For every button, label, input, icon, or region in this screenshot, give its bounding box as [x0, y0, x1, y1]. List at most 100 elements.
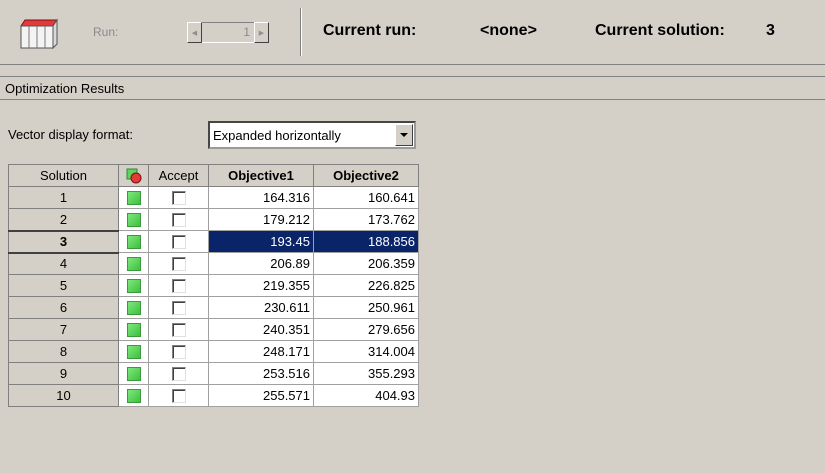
col-header-objective1[interactable]: Objective1 [208, 164, 314, 187]
accept-checkbox[interactable] [171, 301, 186, 316]
accept-cell[interactable] [148, 252, 209, 275]
objective1-cell[interactable]: 164.316 [208, 186, 314, 209]
objective2-cell[interactable]: 173.762 [313, 208, 419, 231]
objective1-cell[interactable]: 179.212 [208, 208, 314, 231]
toolbar: Run: ◀ 1 ▶ Current run: <none> Current s… [0, 0, 825, 65]
run-number-field[interactable]: 1 [202, 22, 254, 43]
accept-checkbox[interactable] [171, 367, 186, 382]
solution-cell[interactable]: 4 [8, 252, 119, 275]
table-row[interactable]: 9 253.516 355.293 [8, 362, 419, 385]
accept-cell[interactable] [148, 208, 209, 231]
status-green-square-icon [126, 213, 141, 228]
objective2-cell[interactable]: 404.93 [313, 384, 419, 407]
run-cube-icon[interactable] [19, 18, 61, 50]
accept-checkbox[interactable] [171, 191, 186, 206]
vector-format-label: Vector display format: [8, 127, 133, 142]
table-row[interactable]: 3 193.45 188.856 [8, 229, 419, 254]
objective2-cell[interactable]: 250.961 [313, 296, 419, 319]
solution-cell[interactable]: 2 [8, 208, 119, 231]
table-body: 1 164.316 160.641 2 179.212 173.762 3 193.45 188… [8, 186, 419, 407]
current-run-value: <none> [480, 22, 537, 39]
table-row[interactable]: 10 255.571 404.93 [8, 384, 419, 407]
objective2-cell[interactable]: 355.293 [313, 362, 419, 385]
vector-format-select[interactable]: Expanded horizontally [208, 121, 416, 149]
vector-format-value: Expanded horizontally [213, 128, 341, 143]
status-marker-icon [126, 168, 141, 184]
run-label: Run: [93, 25, 119, 39]
section-title: Optimization Results [0, 76, 825, 100]
accept-checkbox[interactable] [171, 279, 186, 294]
table-row[interactable]: 7 240.351 279.656 [8, 318, 419, 341]
status-cell [118, 252, 149, 275]
status-cell [118, 318, 149, 341]
objective2-cell[interactable]: 206.359 [313, 252, 419, 275]
accept-checkbox[interactable] [171, 389, 186, 404]
current-run-label: Current run: [323, 22, 417, 39]
objective1-cell[interactable]: 248.171 [208, 340, 314, 363]
status-green-square-icon [126, 389, 141, 404]
objective2-cell[interactable]: 314.004 [313, 340, 419, 363]
status-green-square-icon [126, 279, 141, 294]
objective2-cell[interactable]: 188.856 [313, 230, 419, 253]
col-header-objective2[interactable]: Objective2 [313, 164, 419, 187]
accept-checkbox[interactable] [171, 345, 186, 360]
accept-checkbox[interactable] [171, 257, 186, 272]
run-prev-button[interactable]: ◀ [187, 22, 202, 43]
solution-cell[interactable]: 3 [8, 229, 119, 254]
status-cell [118, 296, 149, 319]
accept-cell[interactable] [148, 384, 209, 407]
table-row[interactable]: 6 230.611 250.961 [8, 296, 419, 319]
col-header-solution[interactable]: Solution [8, 164, 119, 187]
solution-cell[interactable]: 10 [8, 384, 119, 407]
table-header-row: Solution Accept Objective1 Objective2 [8, 164, 419, 187]
accept-checkbox[interactable] [171, 213, 186, 228]
status-cell [118, 208, 149, 231]
objective1-cell[interactable]: 206.89 [208, 252, 314, 275]
table-row[interactable]: 2 179.212 173.762 [8, 208, 419, 231]
objective1-cell[interactable]: 230.611 [208, 296, 314, 319]
objective1-cell[interactable]: 253.516 [208, 362, 314, 385]
solution-cell[interactable]: 6 [8, 296, 119, 319]
objective2-cell[interactable]: 279.656 [313, 318, 419, 341]
status-cell [118, 384, 149, 407]
solution-cell[interactable]: 1 [8, 186, 119, 209]
accept-cell[interactable] [148, 362, 209, 385]
status-green-square-icon [126, 301, 141, 316]
status-green-square-icon [126, 235, 141, 250]
accept-cell[interactable] [148, 296, 209, 319]
accept-cell[interactable] [148, 340, 209, 363]
accept-checkbox[interactable] [171, 323, 186, 338]
accept-cell[interactable] [148, 318, 209, 341]
results-table: Solution Accept Objective1 Objective2 11… [8, 164, 419, 407]
table-row[interactable]: 1 164.316 160.641 [8, 186, 419, 209]
status-cell [118, 230, 149, 253]
solution-cell[interactable]: 5 [8, 274, 119, 297]
col-header-accept[interactable]: Accept [148, 164, 209, 187]
accept-cell[interactable] [148, 186, 209, 209]
col-header-status[interactable] [118, 164, 149, 187]
accept-cell[interactable] [148, 274, 209, 297]
status-green-square-icon [126, 367, 141, 382]
solution-cell[interactable]: 8 [8, 340, 119, 363]
run-next-button[interactable]: ▶ [254, 22, 269, 43]
solution-cell[interactable]: 7 [8, 318, 119, 341]
objective2-cell[interactable]: 226.825 [313, 274, 419, 297]
accept-checkbox[interactable] [171, 235, 186, 250]
objective1-cell[interactable]: 193.45 [208, 230, 314, 253]
current-solution-label: Current solution: [595, 22, 725, 39]
status-green-square-icon [126, 191, 141, 206]
accept-cell[interactable] [148, 230, 209, 253]
objective1-cell[interactable]: 255.571 [208, 384, 314, 407]
table-row[interactable]: 4 206.89 206.359 [8, 252, 419, 275]
objective2-cell[interactable]: 160.641 [313, 186, 419, 209]
chevron-down-icon[interactable] [395, 124, 413, 146]
table-row[interactable]: 8 248.171 314.004 [8, 340, 419, 363]
run-spinner: ◀ 1 ▶ [187, 22, 269, 43]
solution-cell[interactable]: 9 [8, 362, 119, 385]
objective1-cell[interactable]: 240.351 [208, 318, 314, 341]
status-cell [118, 274, 149, 297]
table-row[interactable]: 5 219.355 226.825 [8, 274, 419, 297]
arrow-right-icon: ▶ [258, 29, 265, 37]
objective1-cell[interactable]: 219.355 [208, 274, 314, 297]
status-cell [118, 340, 149, 363]
